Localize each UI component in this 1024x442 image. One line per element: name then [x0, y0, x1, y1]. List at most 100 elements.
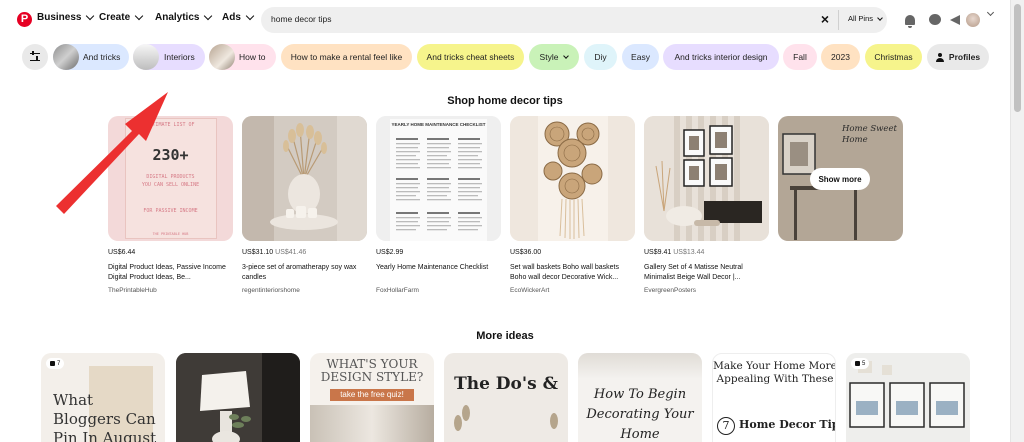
chip-label: Diy	[594, 52, 607, 62]
wall-baskets-image-icon	[510, 116, 635, 241]
pin-card[interactable]	[176, 353, 300, 442]
create-menu[interactable]: Create	[99, 11, 144, 23]
product-image-text: YOU CAN SELL ONLINE	[141, 182, 200, 188]
chevron-down-icon	[563, 53, 570, 59]
chip-interiors[interactable]: Interiors	[133, 44, 205, 70]
product-price: US$2.99	[376, 249, 501, 259]
price-original: US$41.46	[275, 249, 307, 256]
product-card[interactable]: YEARLY HOME MAINTENANCE CHECKLIST US$2.9…	[376, 116, 501, 294]
chevron-down-icon	[86, 11, 95, 20]
price-current: US$2.99	[376, 249, 404, 256]
product-title[interactable]: Yearly Home Maintenance Checklist	[376, 263, 501, 284]
gallery-wall-image-icon	[644, 116, 769, 241]
chip-profiles[interactable]: Profiles	[927, 44, 989, 70]
chip-thumbnail	[53, 44, 79, 70]
lamp-image-icon	[176, 353, 300, 442]
chip-label: Christmas	[874, 52, 913, 62]
chat-icon	[928, 14, 941, 25]
filter-settings-button[interactable]	[22, 44, 48, 70]
search-filter-dropdown[interactable]: All Pins	[848, 14, 883, 23]
chip-2023[interactable]: 2023	[821, 44, 860, 70]
megaphone-icon	[949, 14, 960, 25]
show-more-button[interactable]: Show more	[810, 168, 870, 190]
pin-card[interactable]: 5	[846, 353, 970, 442]
price-current: US$9.41	[644, 249, 672, 256]
chip-label: How to make a rental feel like	[290, 52, 403, 62]
avatar	[965, 12, 980, 27]
product-card[interactable]: US$9.41 US$13.44 Gallery Set of 4 Matisse…	[644, 116, 769, 294]
pin-card[interactable]: Make Your Home More Appealing With These…	[712, 353, 836, 442]
price-current: US$36.00	[510, 249, 542, 256]
chip-diy[interactable]: Diy	[584, 44, 617, 70]
chip-label: 2023	[831, 52, 850, 62]
product-image[interactable]: YEARLY HOME MAINTENANCE CHECKLIST	[376, 116, 501, 241]
chip-christmas[interactable]: Christmas	[865, 44, 922, 70]
chip-how-to-make-a-rental-feel-like[interactable]: How to make a rental feel like	[281, 44, 412, 70]
pin-card[interactable]: WHAT'S YOUR DESIGN STYLE? take the free …	[310, 353, 434, 442]
pinterest-logo-icon[interactable]: P	[17, 12, 32, 27]
product-image-text: THE PRINTABLE HUB	[152, 232, 189, 236]
product-seller[interactable]: ThePrintableHub	[108, 287, 233, 294]
chevron-down-icon	[204, 11, 213, 20]
chip-and-tricks-interior-design[interactable]: And tricks interior design	[663, 44, 779, 70]
chip-and-tricks-cheat-sheets[interactable]: And tricks cheat sheets	[417, 44, 524, 70]
ads-menu[interactable]: Ads	[222, 11, 255, 23]
scrollbar-thumb[interactable]	[1014, 4, 1021, 112]
product-image[interactable]	[644, 116, 769, 241]
vertical-scrollbar[interactable]	[1010, 0, 1024, 442]
more-tile-text: Home Sweet Home	[842, 124, 897, 145]
plant-image-icon	[454, 405, 558, 431]
business-menu[interactable]: Business	[37, 11, 95, 23]
show-more-tile[interactable]: Home Sweet Home Show more	[778, 116, 903, 241]
pin-count-badge: 7	[46, 358, 65, 369]
profile-button[interactable]	[965, 12, 980, 27]
chip-label: And tricks cheat sheets	[426, 52, 515, 62]
product-image[interactable]	[510, 116, 635, 241]
chip-label: Profiles	[948, 52, 981, 62]
ads-label: Ads	[222, 12, 241, 23]
chip-thumbnail	[209, 44, 235, 70]
pin-count: 5	[862, 360, 866, 367]
shop-section-title: Shop home decor tips	[447, 95, 563, 107]
search-bar[interactable]: home decor tips × All Pins	[261, 7, 887, 33]
product-card[interactable]: ULTIMATE LIST OF 230+ DIGITAL PRODUCTS Y…	[108, 116, 233, 294]
chip-label: Fall	[793, 52, 807, 62]
chip-label: And tricks	[83, 52, 121, 62]
product-title[interactable]: Digital Product Ideas, Passive Income Di…	[108, 263, 233, 284]
notifications-button[interactable]	[902, 12, 917, 28]
product-image[interactable]: ULTIMATE LIST OF 230+ DIGITAL PRODUCTS Y…	[108, 116, 233, 241]
account-chevron-down-icon[interactable]	[986, 8, 995, 17]
chip-how-to[interactable]: How to	[209, 44, 276, 70]
messages-button[interactable]	[927, 12, 942, 27]
product-seller[interactable]: EcoWickerArt	[510, 287, 635, 294]
product-seller[interactable]: FoxHollarFarm	[376, 287, 501, 294]
chip-style[interactable]: Style	[529, 44, 579, 70]
product-title[interactable]: 3-piece set of aromatherapy soy wax cand…	[242, 263, 367, 284]
product-card[interactable]: US$31.10 US$41.46 3-piece set of aromathe…	[242, 116, 367, 294]
chip-fall[interactable]: Fall	[783, 44, 817, 70]
product-title[interactable]: Gallery Set of 4 Matisse Neutral Minimal…	[644, 263, 769, 284]
product-seller[interactable]: regentinteriorshome	[242, 287, 367, 294]
pin-title: Make Your Home More Appealing With These	[713, 360, 836, 385]
search-input[interactable]: home decor tips	[271, 14, 331, 24]
pin-card[interactable]: The Do's &	[444, 353, 568, 442]
pin-number: 7	[717, 417, 735, 435]
pin-card[interactable]: How To Begin Decorating Your Home	[578, 353, 702, 442]
updates-button[interactable]	[947, 12, 962, 27]
pin-title: How To Begin Decorating Your Home	[586, 387, 694, 442]
chevron-down-icon	[245, 11, 255, 20]
chip-and-tricks[interactable]: And tricks	[53, 44, 129, 70]
clear-search-icon[interactable]: ×	[818, 12, 832, 26]
product-seller[interactable]: EvergreenPosters	[644, 287, 769, 294]
search-filter-label: All Pins	[848, 14, 874, 23]
pin-card[interactable]: 7 What Bloggers Can Pin In August	[41, 353, 165, 442]
stack-icon	[50, 361, 55, 366]
product-price: US$9.41 US$13.44	[644, 249, 769, 259]
product-card[interactable]: US$36.00 Set wall baskets Boho wall bask…	[510, 116, 635, 294]
chip-easy[interactable]: Easy	[622, 44, 659, 70]
product-image-text: YEARLY HOME MAINTENANCE CHECKLIST	[391, 122, 486, 127]
price-current: US$6.44	[108, 249, 136, 256]
analytics-menu[interactable]: Analytics	[155, 11, 213, 23]
product-title[interactable]: Set wall baskets Boho wall baskets Boho …	[510, 263, 635, 284]
product-image[interactable]	[242, 116, 367, 241]
